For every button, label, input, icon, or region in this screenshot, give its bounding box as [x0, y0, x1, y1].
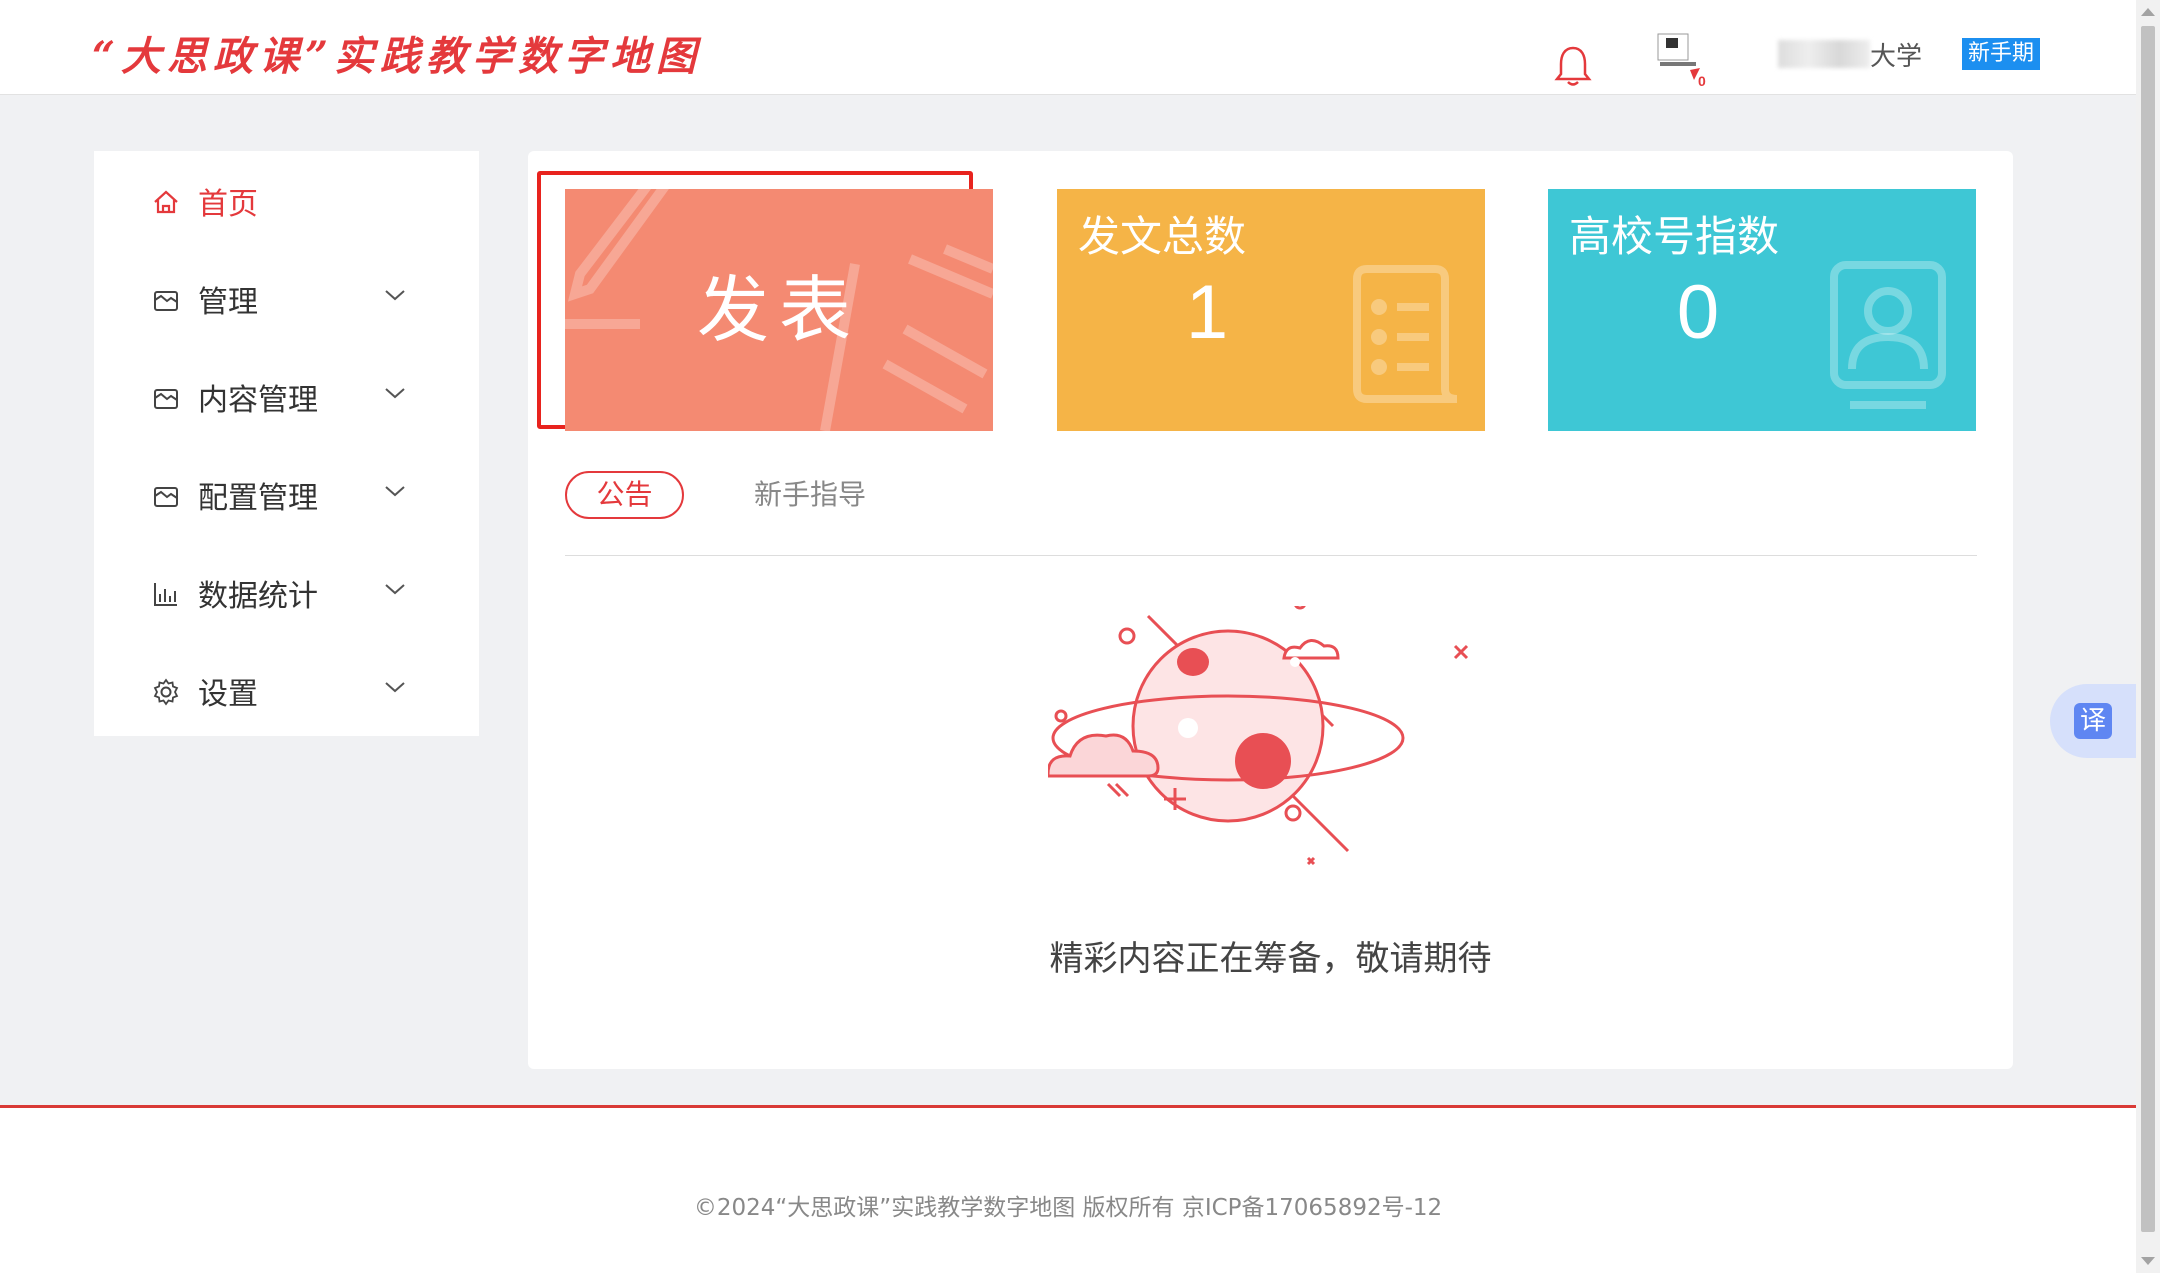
document-list-icon: [1353, 265, 1458, 403]
empty-state-message: 精彩内容正在筹备，敬请期待: [1049, 939, 1492, 979]
translate-icon: 译: [2074, 703, 2112, 739]
chevron-down-icon[interactable]: [384, 385, 406, 401]
sidebar-item-manage[interactable]: 管理: [94, 249, 479, 347]
sidebar-item-label: 管理: [198, 285, 258, 320]
footer: ©2024“大思政课”实践教学数字地图 版权所有 京ICP备17065892号-…: [0, 1108, 2136, 1273]
chevron-down-icon[interactable]: [384, 287, 406, 303]
footer-copyright: ©2024“大思政课”实践教学数字地图 版权所有 京ICP备17065892号-…: [693, 1195, 1443, 1221]
bar-chart-icon: [154, 583, 177, 606]
sidebar: 首页 管理 内容管理 配置管理 数据统计 设置: [94, 151, 479, 736]
gear-icon: [153, 678, 179, 706]
school-name-blurred: [1778, 40, 1870, 68]
top-header: “大思政课”实践教学数字地图 0 大学 新手期: [0, 0, 2136, 95]
tab-guide[interactable]: 新手指导: [754, 473, 866, 517]
sidebar-item-label: 配置管理: [198, 481, 318, 516]
chevron-down-icon[interactable]: [384, 679, 406, 695]
sidebar-item-label: 内容管理: [198, 383, 318, 418]
school-name[interactable]: 大学: [1870, 36, 1922, 73]
sidebar-item-label: 首页: [198, 187, 258, 222]
school-index-value: 0: [1676, 270, 1720, 355]
folder-icon: [154, 389, 178, 409]
publish-label: 发表: [696, 268, 861, 352]
sidebar-item-content-manage[interactable]: 内容管理: [94, 347, 479, 445]
tabs-divider: [565, 555, 1977, 556]
user-profile-icon: [1830, 261, 1946, 409]
vertical-scrollbar[interactable]: [2136, 0, 2160, 1273]
sidebar-item-settings[interactable]: 设置: [94, 641, 479, 739]
school-index-title: 高校号指数: [1569, 212, 1780, 261]
sidebar-item-data-stats[interactable]: 数据统计: [94, 543, 479, 641]
scroll-down-arrow[interactable]: [2141, 1257, 2155, 1265]
chevron-down-icon[interactable]: [384, 483, 406, 499]
newbie-badge[interactable]: 新手期: [1962, 38, 2041, 70]
planet-illustration: [1048, 606, 1469, 866]
folder-icon: [154, 487, 178, 507]
sidebar-item-label: 数据统计: [198, 579, 318, 614]
main-panel: 发表 发文总数 1 高校号指数 0 公告 新手指导 精彩内容正在筹备，敬请期待: [528, 151, 2013, 1069]
scroll-up-arrow[interactable]: [2141, 8, 2155, 16]
scroll-thumb[interactable]: [2141, 26, 2155, 1232]
posts-count-title: 发文总数: [1078, 212, 1247, 261]
publish-card[interactable]: 发表: [565, 189, 993, 431]
sidebar-item-label: 设置: [198, 677, 258, 712]
avatar[interactable]: 0: [1650, 32, 1710, 89]
posts-count-card[interactable]: 发文总数 1: [1057, 189, 1485, 431]
posts-count-value: 1: [1185, 270, 1229, 355]
translate-button[interactable]: 译: [2050, 684, 2136, 758]
avatar-badge: 0: [1698, 73, 1706, 88]
sidebar-item-home[interactable]: 首页: [94, 151, 479, 249]
site-logo[interactable]: “大思政课”实践教学数字地图: [92, 24, 702, 82]
avatar-image: 0: [1657, 33, 1706, 89]
folder-icon: [154, 291, 178, 311]
school-index-card[interactable]: 高校号指数 0: [1548, 189, 1976, 431]
home-icon: [154, 190, 178, 214]
sidebar-item-config-manage[interactable]: 配置管理: [94, 445, 479, 543]
chevron-down-icon[interactable]: [384, 581, 406, 597]
tab-notice[interactable]: 公告: [565, 471, 684, 519]
bell-icon[interactable]: [1553, 44, 1593, 88]
